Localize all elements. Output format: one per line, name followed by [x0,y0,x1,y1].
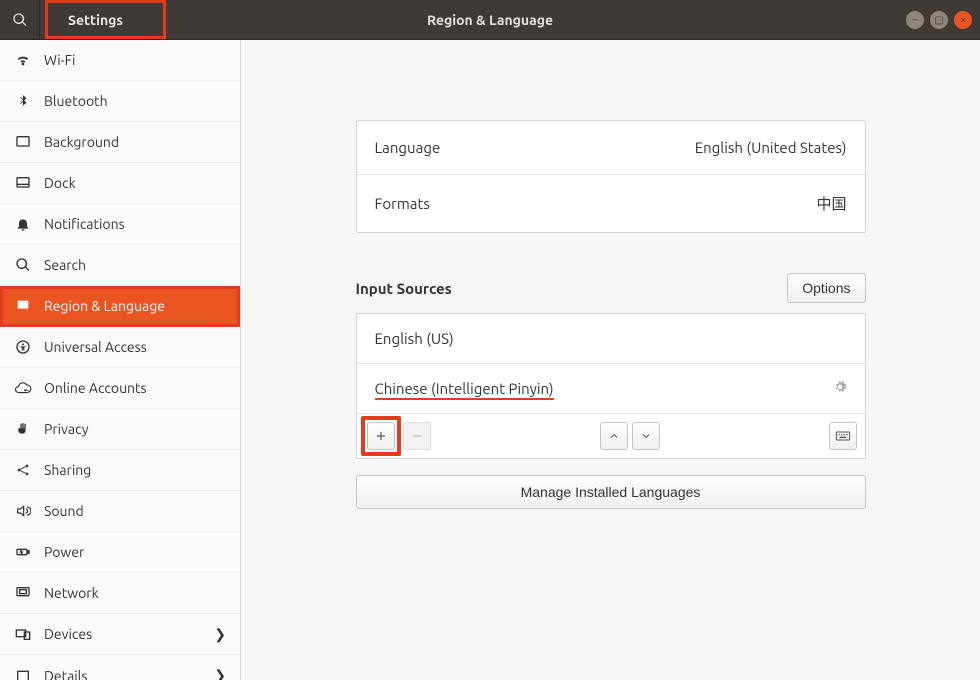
language-row[interactable]: Language English (United States) [357,121,865,174]
input-sources-toolbar [357,413,865,458]
cloud-key-icon [14,379,32,397]
region-card: Language English (United States) Formats… [356,120,866,233]
sidebar: Wi-Fi Bluetooth Background Dock Notifica… [0,40,241,680]
bluetooth-icon [14,92,32,110]
language-label: Language [375,139,441,156]
sidebar-label: Sharing [44,462,226,478]
sidebar-label: Devices [44,626,214,642]
input-source-name: Chinese (Intelligent Pinyin) [375,380,554,397]
content-area: Language English (United States) Formats… [241,40,980,680]
battery-icon [14,543,32,561]
sidebar-label: Privacy [44,421,226,437]
speaker-icon [14,502,32,520]
window-maximize-button[interactable]: ▢ [930,11,948,29]
formats-value: 中国 [816,193,846,214]
formats-label: Formats [375,195,430,212]
titlebar: Settings Region & Language – ▢ × [0,0,980,40]
input-sources-heading: Input Sources [356,280,452,297]
network-icon [14,584,32,602]
window-close-button[interactable]: × [954,11,972,29]
sidebar-item-sharing[interactable]: Sharing [0,450,240,491]
header-search-button[interactable] [0,0,40,39]
sidebar-label: Region & Language [44,298,226,314]
keyboard-icon [835,428,851,444]
search-icon [12,12,28,28]
details-icon [14,667,32,680]
show-keyboard-layout-button[interactable] [829,422,857,450]
sidebar-label: Bluetooth [44,93,226,109]
app-title: Settings [45,0,166,39]
input-source-row[interactable]: English (US) [357,314,865,363]
window-minimize-button[interactable]: – [906,11,924,29]
move-down-button[interactable] [632,422,660,450]
sidebar-label: Search [44,257,226,273]
accessibility-icon [14,338,32,356]
sidebar-item-sound[interactable]: Sound [0,491,240,532]
window-controls: – ▢ × [906,11,972,29]
add-input-source-button[interactable] [367,422,395,450]
sidebar-item-privacy[interactable]: Privacy [0,409,240,450]
dock-icon [14,174,32,192]
page-title: Region & Language [427,12,553,28]
wifi-icon [14,51,32,69]
input-sources-card: English (US) Chinese (Intelligent Pinyin… [356,313,866,459]
sidebar-item-dock[interactable]: Dock [0,163,240,204]
share-icon [14,461,32,479]
sidebar-item-devices[interactable]: Devices ❯ [0,614,240,655]
input-source-name: English (US) [375,330,454,347]
settings-window: Settings Region & Language – ▢ × Wi-Fi B… [0,0,980,680]
sidebar-item-search[interactable]: Search [0,245,240,286]
gear-icon [833,380,847,394]
sidebar-item-details[interactable]: Details ❯ [0,655,240,680]
sidebar-label: Background [44,134,226,150]
sidebar-label: Universal Access [44,339,226,355]
sidebar-item-region-language[interactable]: Region & Language [0,286,240,327]
input-source-row[interactable]: Chinese (Intelligent Pinyin) [357,363,865,413]
sidebar-item-online-accounts[interactable]: Online Accounts [0,368,240,409]
sidebar-item-wifi[interactable]: Wi-Fi [0,40,240,81]
input-source-prefs-button[interactable] [833,380,847,397]
manage-languages: Manage Installed Languages [356,475,866,509]
chevron-down-icon [640,430,652,442]
devices-icon [14,625,32,643]
sidebar-item-notifications[interactable]: Notifications [0,204,240,245]
sidebar-item-background[interactable]: Background [0,122,240,163]
sidebar-label: Notifications [44,216,226,232]
add-highlight [361,416,401,456]
sidebar-item-bluetooth[interactable]: Bluetooth [0,81,240,122]
language-value: English (United States) [695,139,847,156]
background-icon [14,133,32,151]
plus-icon [374,429,388,443]
sidebar-label: Online Accounts [44,380,226,396]
bell-icon [14,215,32,233]
chevron-right-icon: ❯ [214,626,226,643]
input-sources-header: Input Sources Options [356,273,866,303]
minus-icon [410,429,424,443]
flag-icon [14,297,32,315]
sidebar-label: Sound [44,503,226,519]
sidebar-label: Dock [44,175,226,191]
chevron-right-icon: ❯ [214,667,226,680]
sidebar-label: Wi-Fi [44,52,226,68]
sidebar-item-network[interactable]: Network [0,573,240,614]
sidebar-item-universal-access[interactable]: Universal Access [0,327,240,368]
sidebar-item-power[interactable]: Power [0,532,240,573]
manage-installed-languages-button[interactable]: Manage Installed Languages [356,475,866,509]
move-up-button[interactable] [600,422,628,450]
sidebar-label: Power [44,544,226,560]
search-icon [14,256,32,274]
input-sources-options-button[interactable]: Options [787,273,865,303]
formats-row[interactable]: Formats 中国 [357,174,865,232]
hand-icon [14,420,32,438]
sidebar-label: Details [44,668,214,680]
sidebar-label: Network [44,585,226,601]
chevron-up-icon [608,430,620,442]
remove-input-source-button[interactable] [403,422,431,450]
